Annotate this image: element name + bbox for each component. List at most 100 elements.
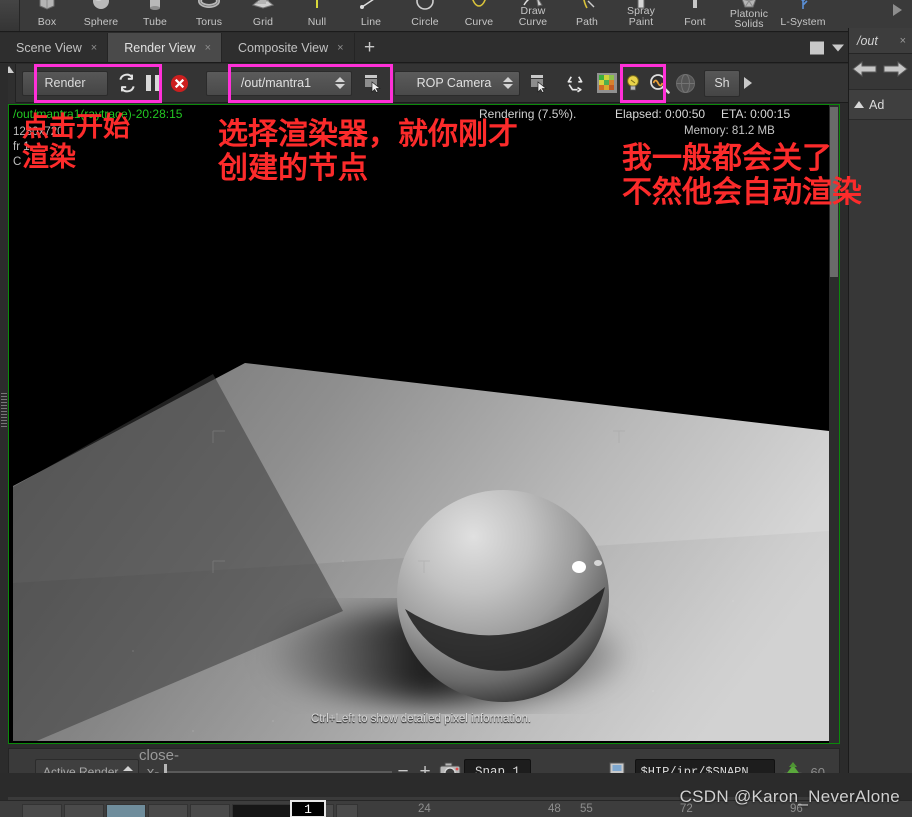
camera-spinner[interactable] [503, 77, 515, 89]
shelf-item-font[interactable]: Font [668, 0, 722, 31]
render-node-time: /out/mantra1(raytrace)-20:28:15 [13, 107, 183, 121]
shelf-item-null[interactable]: Null [290, 0, 344, 31]
render-button[interactable]: Render [22, 70, 108, 96]
render-viewport[interactable]: Ctrl+Left to show detailed pixel informa… [8, 104, 840, 744]
shelf-item-torus[interactable]: Torus [182, 0, 236, 31]
shelf-item-label: Font [684, 16, 706, 28]
shelf-item-label: Torus [195, 16, 223, 28]
pick-rop-node-icon[interactable] [360, 70, 386, 97]
shelf-overflow-arrow-icon[interactable] [893, 4, 902, 16]
arrow-left-icon[interactable] [851, 57, 879, 86]
close-icon[interactable]: × [91, 42, 97, 54]
curve-icon [466, 0, 492, 11]
close-icon[interactable]: × [205, 42, 211, 54]
timeline-button-2[interactable] [64, 804, 104, 817]
rop-node-spinner[interactable] [335, 77, 347, 89]
shelf-item-label: Platonic Solids [729, 8, 769, 30]
shelf-item-grid[interactable]: Grid [236, 0, 290, 31]
out-panel-add-label: Ad [869, 97, 885, 112]
chevron-down-icon[interactable] [832, 44, 844, 51]
shelf-item-curve[interactable]: Curve [452, 0, 506, 31]
torus-icon [196, 0, 222, 11]
shelf-item-spray-paint[interactable]: Spray Paint [614, 0, 668, 31]
tab-scene-view[interactable]: Scene View × [0, 33, 109, 62]
timeline-button-4[interactable] [148, 804, 188, 817]
light-bulb-icon[interactable] [620, 70, 646, 97]
shelf-item-label: Tube [143, 16, 167, 28]
render-channel: C [13, 156, 22, 168]
shelf-item-line[interactable]: Line [344, 0, 398, 31]
maximize-pane-icon[interactable] [810, 41, 824, 54]
shelf-item-circle[interactable]: Circle [398, 0, 452, 31]
chevron-right-icon[interactable] [740, 70, 756, 97]
viewport-vertical-scrollbar[interactable] [829, 105, 839, 743]
tab-label: Scene View [16, 40, 82, 55]
out-panel-title: /out [857, 33, 878, 48]
triangle-up-icon[interactable] [854, 101, 864, 108]
tab-composite-view[interactable]: Composite View × [222, 33, 355, 62]
arrow-right-icon[interactable] [881, 57, 909, 86]
current-frame-field[interactable]: 1 [290, 800, 326, 817]
shelf-item-label: Line [360, 16, 382, 28]
line-icon [358, 0, 384, 11]
shelf-item-label: Null [307, 16, 327, 28]
globe-sphere-icon[interactable] [672, 70, 698, 97]
tabbar-right-controls [810, 41, 844, 54]
timeline-button-1[interactable] [22, 804, 62, 817]
timeline-tick: 96 [790, 803, 803, 815]
rendered-image-area[interactable]: Ctrl+Left to show detailed pixel informa… [13, 131, 829, 741]
auto-update-recycle-icon[interactable] [562, 70, 588, 97]
null-icon [304, 0, 330, 11]
shelf-item-path[interactable]: Path [560, 0, 614, 31]
rail-grip[interactable] [1, 393, 7, 427]
shelf-item-label: L-System [780, 16, 826, 28]
grid-icon [250, 0, 276, 11]
circle-icon [412, 0, 438, 11]
platonic-solids-icon [736, 0, 762, 11]
shelf-item-label: Box [37, 16, 57, 28]
shelf-item-label: Circle [411, 16, 439, 28]
render-toolbar: Render /out/mantra1 ROP Camera Sh [0, 63, 848, 103]
timeline-bar[interactable]: 1 24 48 55 72 96 [0, 800, 912, 817]
shelf-item-sphere[interactable]: Sphere [74, 0, 128, 31]
shelf-item-tube[interactable]: Tube [128, 0, 182, 31]
magnify-wave-icon[interactable] [646, 70, 672, 97]
houdini-render-view-window: Box Sphere Tube Torus Grid Null Line Circle Curv… [0, 0, 912, 817]
shelf-item-label: Path [576, 16, 598, 28]
pause-icon[interactable] [140, 70, 166, 97]
close-icon[interactable]: × [900, 35, 906, 47]
stop-render-icon[interactable] [166, 70, 192, 97]
rendered-image [13, 131, 829, 741]
refresh-render-icon[interactable] [114, 70, 140, 97]
timeline-tick: 48 [548, 803, 561, 815]
out-panel-add-row[interactable]: Ad [849, 90, 912, 120]
render-memory-text: Memory: 81.2 MB [684, 125, 775, 137]
color-swatch-icon[interactable] [594, 70, 620, 97]
scrollbar-thumb[interactable] [830, 107, 838, 277]
pick-camera-icon[interactable] [526, 70, 552, 97]
close-icon[interactable]: × [337, 42, 343, 54]
shelf-item-platonic-solids[interactable]: Platonic Solids [722, 0, 776, 31]
shelf-item-label: Grid [252, 16, 274, 28]
render-frame: fr 1 [13, 141, 30, 153]
camera-selector[interactable]: ROP Camera [394, 70, 520, 96]
tab-render-view[interactable]: Render View × [108, 33, 223, 62]
timeline-button-7[interactable] [336, 804, 358, 817]
font-icon [682, 0, 708, 11]
rop-node-value: /out/mantra1 [240, 76, 312, 90]
shelf-item-l-system[interactable]: L-System [776, 0, 830, 31]
l-system-icon [790, 0, 816, 11]
rop-node-selector[interactable]: /out/mantra1 [206, 70, 352, 96]
shelf-item-box[interactable]: Box [20, 0, 74, 31]
timeline-button-3[interactable] [106, 804, 146, 817]
shading-mode-button[interactable]: Sh [704, 69, 740, 97]
add-tab-button[interactable]: + [355, 33, 385, 62]
out-network-panel: /out × Ad [848, 28, 912, 773]
shelf-item-draw-curve[interactable]: Draw Curve [506, 0, 560, 31]
render-elapsed-text: Elapsed: 0:00:50 [615, 107, 706, 121]
render-progress-text: Rendering (7.5%). [479, 107, 577, 121]
timeline-button-5[interactable] [190, 804, 230, 817]
tube-icon [142, 0, 168, 11]
shelf-item-label: Curve [464, 16, 494, 28]
left-scroll-rail[interactable] [0, 63, 8, 773]
